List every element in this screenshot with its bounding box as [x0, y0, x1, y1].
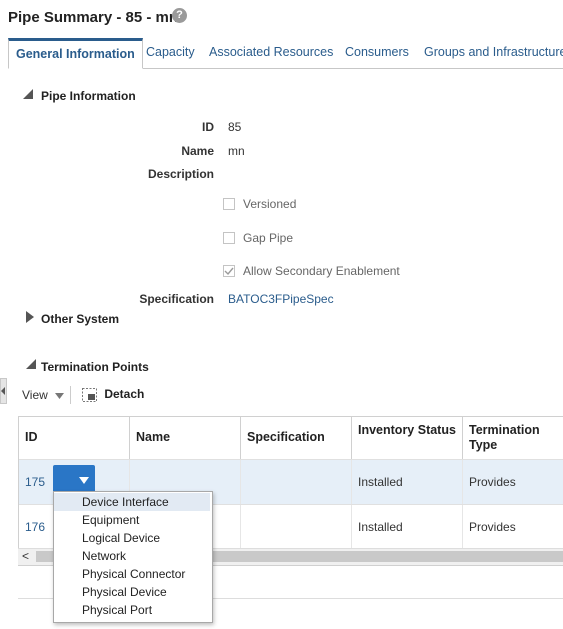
menu-item-device-interface[interactable]: Device Interface: [54, 493, 210, 511]
tab-general-information[interactable]: General Information: [8, 38, 143, 69]
column-header-specification[interactable]: Specification: [241, 417, 352, 459]
row-termination-type: Provides: [469, 475, 516, 489]
row-inventory-status: Installed: [352, 505, 463, 549]
tab-associated-resources[interactable]: Associated Resources: [209, 38, 333, 67]
id-value: 85: [228, 120, 242, 134]
versioned-checkbox[interactable]: [223, 198, 235, 210]
menu-item-equipment[interactable]: Equipment: [54, 511, 210, 529]
detach-icon: [82, 387, 97, 402]
page-title: Pipe Summary - 85 - mn: [8, 9, 179, 26]
name-label: Name: [181, 144, 214, 158]
expand-triangle-icon: [26, 311, 34, 323]
collapse-triangle-icon: [26, 359, 36, 369]
panel-splitter-handle[interactable]: [0, 378, 7, 404]
menu-item-physical-device[interactable]: Physical Device: [54, 583, 210, 601]
pipe-information-toggle[interactable]: [23, 88, 33, 102]
scroll-left-button[interactable]: <: [22, 549, 29, 563]
versioned-label: Versioned: [243, 197, 297, 211]
row-termination-type: Provides: [469, 520, 516, 534]
id-label: ID: [202, 120, 214, 134]
collapse-triangle-icon: [23, 89, 33, 99]
detach-label: Detach: [104, 387, 145, 401]
row-inventory-status: Installed: [352, 460, 463, 504]
toolbar-divider: [70, 386, 71, 404]
chevron-left-icon: [1, 387, 5, 395]
menu-item-logical-device[interactable]: Logical Device: [54, 529, 210, 547]
chevron-down-icon: [55, 393, 65, 399]
add-termination-menu: Device Interface Equipment Logical Devic…: [53, 491, 213, 623]
row-specification: [241, 505, 352, 549]
chevron-down-icon: [79, 477, 89, 484]
column-header-inventory-status[interactable]: Inventory Status: [352, 417, 463, 459]
column-header-termination-type[interactable]: Termination Type: [463, 417, 563, 459]
pipe-information-heading: Pipe Information: [41, 89, 136, 103]
termination-points-toggle[interactable]: [26, 358, 36, 372]
detach-button[interactable]: Detach: [82, 387, 144, 402]
gap-pipe-label: Gap Pipe: [243, 231, 294, 245]
help-icon[interactable]: ?: [172, 8, 187, 23]
allow-secondary-label: Allow Secondary Enablement: [243, 264, 400, 278]
column-header-id[interactable]: ID: [19, 417, 130, 459]
gap-pipe-checkbox[interactable]: [223, 232, 235, 244]
allow-secondary-checkbox[interactable]: [223, 265, 235, 277]
tab-capacity[interactable]: Capacity: [146, 38, 195, 67]
menu-item-network[interactable]: Network: [54, 547, 210, 565]
view-menu[interactable]: View: [22, 388, 65, 402]
view-menu-label: View: [22, 388, 48, 402]
menu-item-physical-connector[interactable]: Physical Connector: [54, 565, 210, 583]
tab-groups-and-infrastructure[interactable]: Groups and Infrastructure: [424, 38, 563, 67]
termination-points-heading: Termination Points: [41, 360, 149, 374]
specification-link[interactable]: BATOC3FPipeSpec: [228, 292, 334, 306]
tab-bar: General Information Capacity Associated …: [8, 38, 563, 69]
other-system-heading: Other System: [41, 312, 120, 326]
row-specification: [241, 460, 352, 504]
specification-label: Specification: [139, 292, 214, 306]
column-header-name[interactable]: Name: [130, 417, 241, 459]
checkmark-icon: [224, 267, 234, 276]
tab-consumers[interactable]: Consumers: [345, 38, 409, 67]
menu-item-physical-port[interactable]: Physical Port: [54, 601, 210, 619]
other-system-toggle[interactable]: [26, 311, 34, 326]
name-value: mn: [228, 144, 245, 158]
description-label: Description: [147, 167, 214, 181]
